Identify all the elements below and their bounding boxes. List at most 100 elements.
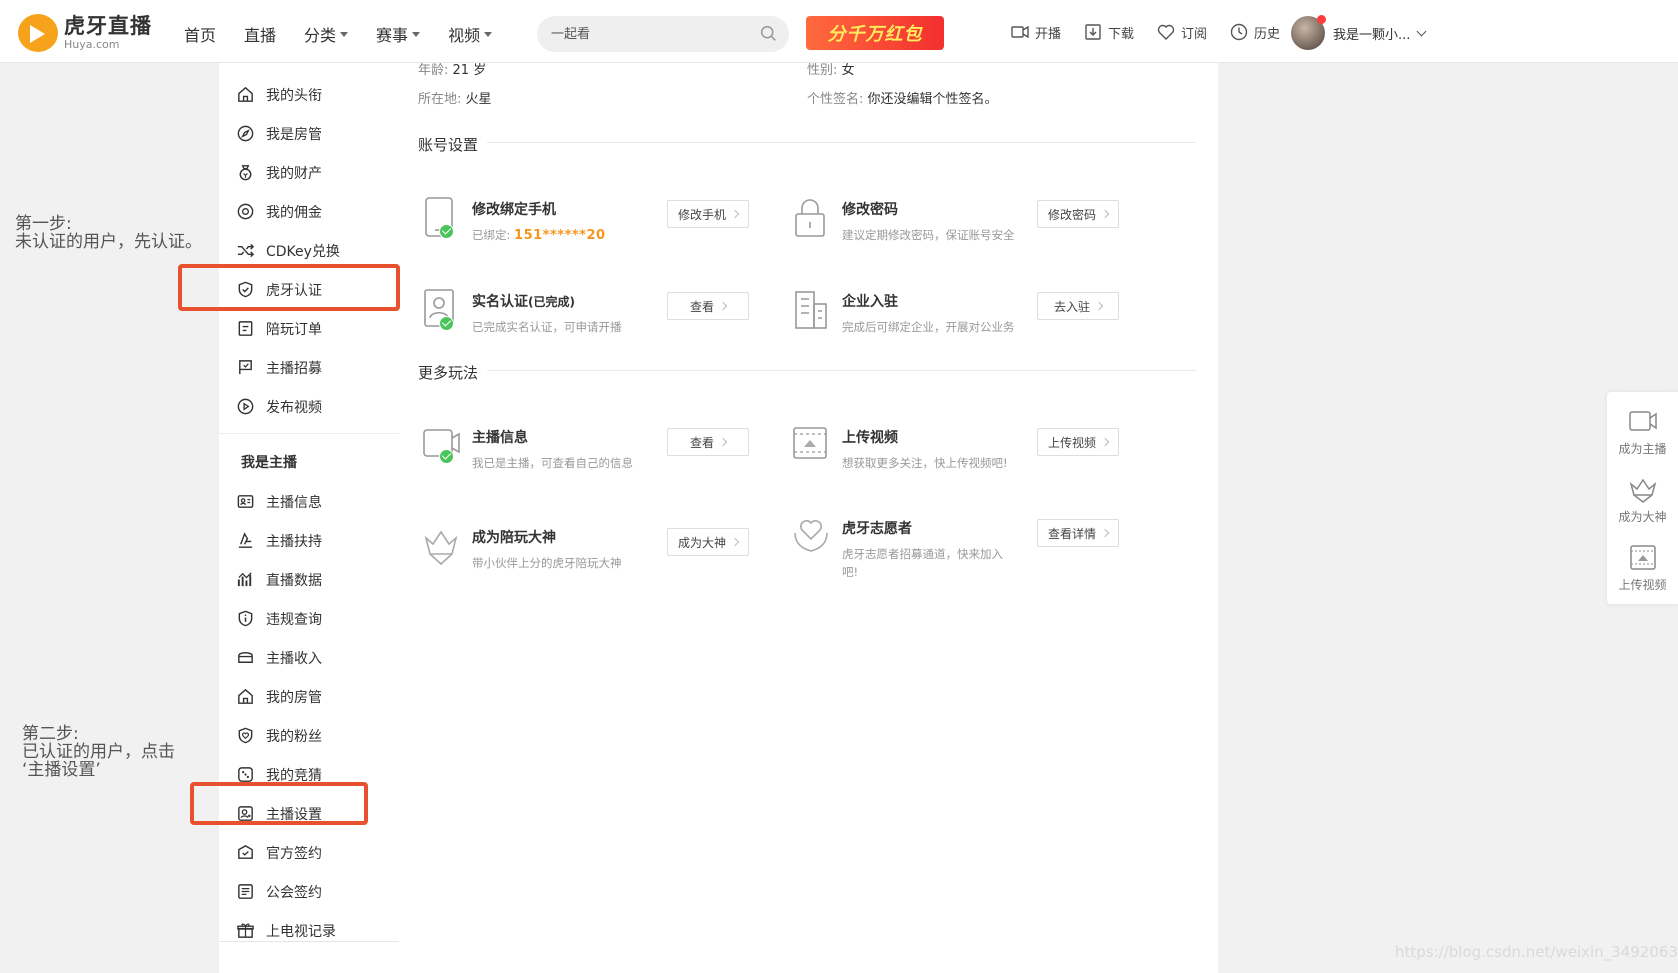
card-title: 修改密码 <box>842 202 898 218</box>
moneybag-icon <box>239 165 252 181</box>
change-phone-button[interactable]: 修改手机 <box>667 200 749 228</box>
card-streamer-info: 主播信息 我已是主播，可查看自己的信息 查看 <box>422 424 762 494</box>
upload-video-button[interactable]: 上传视频 <box>1037 428 1119 456</box>
sidebar-item-companion-orders[interactable]: 陪玩订单 <box>219 309 399 348</box>
search-box <box>537 16 789 52</box>
right-float-panel: 成为主播 成为大神 上传视频 <box>1607 392 1678 604</box>
main-nav: 首页 直播 分类 赛事 视频 <box>184 22 520 46</box>
user-menu[interactable]: 我是一颗小... <box>1291 15 1427 50</box>
sidebar-item-streamer-info[interactable]: 主播信息 <box>219 482 399 521</box>
sidebar-item-guild-contract[interactable]: 公会签约 <box>219 872 399 911</box>
sidebar: 我的头衔 我是房管 我的财产 我的佣金 CDKey兑换 虎牙认证 陪玩订单 主播… <box>219 0 399 973</box>
main-content: 年龄: 21 岁 性别: 女 所在地: 火星 个性签名: 你还没编辑个性签名。 … <box>399 0 1218 973</box>
nav-live[interactable]: 直播 <box>244 22 276 46</box>
avatar <box>1291 15 1326 50</box>
crown-icon <box>424 530 458 566</box>
chevron-down-icon <box>1416 26 1427 36</box>
header-tools: 开播 下载 订阅 历史 <box>1010 22 1302 42</box>
volunteer-details-button[interactable]: 查看详情 <box>1037 519 1119 547</box>
sidebar-item-commission[interactable]: 我的佣金 <box>219 192 399 231</box>
become-companion-button[interactable]: 成为大神 <box>667 528 749 556</box>
huya-logo[interactable]: 虎牙直播 Huya.com <box>18 14 152 52</box>
sidebar-item-live-data[interactable]: 直播数据 <box>219 560 399 599</box>
sidebar-bottom-divider <box>219 941 399 942</box>
crown-icon <box>1629 478 1656 503</box>
chart-icon <box>237 572 252 587</box>
change-password-button[interactable]: 修改密码 <box>1037 200 1119 228</box>
highlight-box-verification <box>178 264 400 311</box>
caret-down-icon <box>484 31 493 37</box>
card-desc: 虎牙志愿者招募通道，快来加入吧! <box>842 547 1003 579</box>
bound-phone-number: 151******20 <box>514 228 606 243</box>
top-header: 虎牙直播 Huya.com 首页 直播 分类 赛事 视频 分千万红包 开播 下载… <box>0 0 1678 63</box>
red-packet-promo-banner[interactable]: 分千万红包 <box>806 16 944 50</box>
building-icon <box>795 291 827 329</box>
float-become-streamer[interactable]: 成为主播 <box>1607 408 1678 457</box>
sidebar-section-title: 我是主播 <box>241 455 297 471</box>
highlight-box-streamer-settings <box>190 782 368 825</box>
camera-icon <box>423 429 460 457</box>
card-title: 实名认证(已完成) <box>472 294 575 310</box>
sidebar-item-my-title[interactable]: 我的头衔 <box>219 75 399 114</box>
watermark: https://blog.csdn.net/weixin_34920636 <box>1395 943 1678 961</box>
broadcast-icon <box>1011 25 1029 39</box>
flag-icon <box>239 360 252 375</box>
section-title-account: 账号设置 <box>418 136 479 154</box>
sidebar-divider <box>219 433 399 434</box>
lock-icon <box>795 199 825 237</box>
card-desc: 已绑定: 151******20 <box>472 228 606 243</box>
nav-video[interactable]: 视频 <box>448 22 493 46</box>
card-upload-video: 上传视频 想获取更多关注，快上传视频吧! 上传视频 <box>792 424 1132 494</box>
sidebar-item-publish-video[interactable]: 发布视频 <box>219 387 399 426</box>
card-desc: 带小伙伴上分的虎牙陪玩大神 <box>472 556 622 570</box>
sidebar-item-violation-query[interactable]: 违规查询 <box>219 599 399 638</box>
card-title: 修改绑定手机 <box>472 202 556 218</box>
sidebar-item-streamer-recruit[interactable]: 主播招募 <box>219 348 399 387</box>
clock-icon <box>1230 23 1248 41</box>
sidebar-item-tv-records[interactable]: 上电视记录 <box>219 911 399 950</box>
card-enterprise-settle: 企业入驻 完成后可绑定企业，开展对公业务 去入驻 <box>792 288 1132 358</box>
sidebar-item-my-assets[interactable]: 我的财产 <box>219 153 399 192</box>
float-become-companion[interactable]: 成为大神 <box>1607 476 1678 525</box>
mail-check-icon <box>238 845 253 859</box>
sidebar-item-my-fans[interactable]: 我的粉丝 <box>219 716 399 755</box>
order-icon <box>238 321 253 336</box>
tool-subscribe[interactable]: 订阅 <box>1156 22 1207 42</box>
check-badge-icon <box>439 449 454 464</box>
annotation-step-2: 第二步: 已认证的用户，点击 ‘主播设置’ <box>22 724 175 780</box>
house-icon <box>238 86 253 102</box>
arrow-right-icon <box>730 209 740 219</box>
enterprise-settle-button[interactable]: 去入驻 <box>1037 292 1119 320</box>
nav-events[interactable]: 赛事 <box>376 22 421 46</box>
sidebar-item-official-contract[interactable]: 官方签约 <box>219 833 399 872</box>
tool-broadcast[interactable]: 开播 <box>1010 22 1061 42</box>
tool-download[interactable]: 下载 <box>1083 22 1134 42</box>
annotation-step-1: 第一步: 未认证的用户，先认证。 <box>15 214 202 252</box>
sidebar-item-streamer-income[interactable]: 主播收入 <box>219 638 399 677</box>
card-title: 虎牙志愿者 <box>842 521 912 537</box>
sidebar-item-room-admin[interactable]: 我是房管 <box>219 114 399 153</box>
search-input[interactable] <box>551 16 751 52</box>
arrow-right-icon <box>1094 301 1104 311</box>
house-icon <box>238 688 253 704</box>
float-upload-video[interactable]: 上传视频 <box>1607 544 1678 593</box>
section-divider <box>487 142 1196 143</box>
nav-home[interactable]: 首页 <box>184 22 216 46</box>
card-title: 成为陪玩大神 <box>472 530 556 546</box>
check-badge-icon <box>439 316 454 331</box>
view-streamer-info-button[interactable]: 查看 <box>667 428 749 456</box>
sidebar-item-my-room-admins[interactable]: 我的房管 <box>219 677 399 716</box>
arrow-right-icon <box>730 537 740 547</box>
view-realname-button[interactable]: 查看 <box>667 292 749 320</box>
tool-history[interactable]: 历史 <box>1229 22 1280 42</box>
section-divider <box>487 370 1196 371</box>
download-icon <box>1085 24 1101 40</box>
search-icon[interactable] <box>760 25 777 42</box>
info-shield-icon <box>238 610 253 627</box>
caret-down-icon <box>412 31 421 37</box>
nav-category[interactable]: 分类 <box>304 22 349 46</box>
card-huya-volunteer: 虎牙志愿者 虎牙志愿者招募通道，快来加入吧! 查看详情 <box>792 515 1132 585</box>
card-desc: 建议定期修改密码，保证账号安全 <box>842 228 1015 242</box>
id-card-icon <box>237 495 254 508</box>
sidebar-item-streamer-support[interactable]: 主播扶持 <box>219 521 399 560</box>
